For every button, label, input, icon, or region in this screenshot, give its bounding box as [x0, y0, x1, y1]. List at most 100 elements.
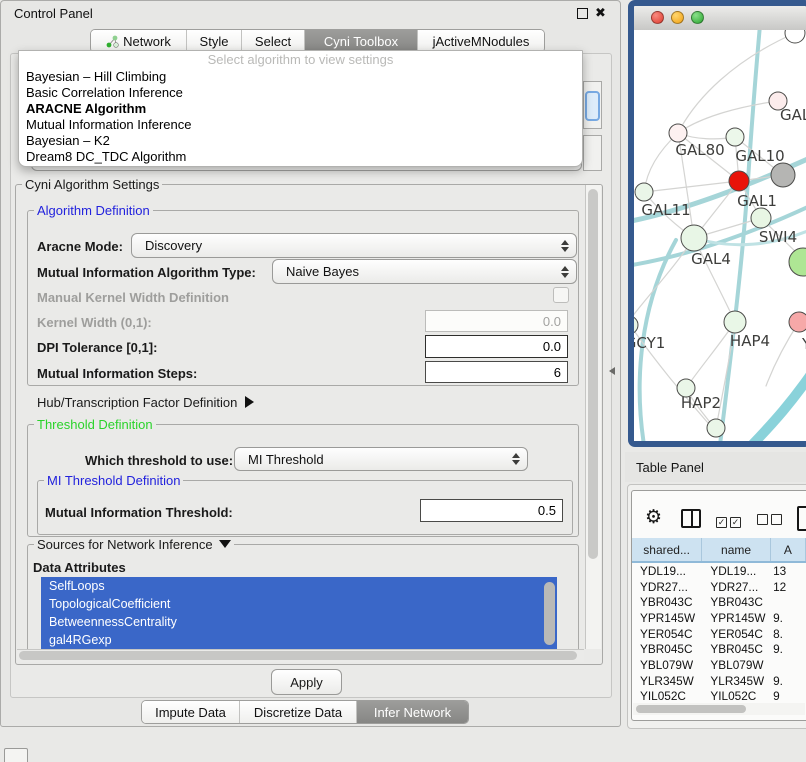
minimize-traffic-light-icon[interactable] — [671, 11, 684, 24]
tab-label: Impute Data — [155, 705, 226, 720]
tab-label: Select — [255, 34, 291, 49]
tab-label: Network — [123, 34, 171, 49]
tab-jactivemnodules[interactable]: jActiveMNodules — [418, 30, 544, 52]
node-label-gal10: GAL10 — [735, 147, 784, 165]
dpi-tolerance-field[interactable] — [425, 335, 568, 358]
splitter-grip[interactable] — [609, 367, 615, 375]
attribute-item-selfloops[interactable]: SelfLoops — [41, 577, 557, 595]
deselect-all-columns-icon[interactable] — [757, 513, 785, 528]
network-edge[interactable] — [644, 133, 678, 192]
network-node[interactable] — [635, 183, 653, 201]
network-node[interactable] — [707, 419, 725, 437]
table-row[interactable]: YLR345WYLR345W9. — [632, 673, 806, 689]
manual-kernel-width-label: Manual Kernel Width Definition — [37, 290, 229, 305]
network-edge[interactable] — [634, 238, 694, 322]
network-node[interactable] — [789, 312, 806, 332]
algorithm-dropdown-list: Bayesian – Hill ClimbingBasic Correlatio… — [19, 69, 582, 165]
table-row[interactable]: YBR045CYBR045C9. — [632, 641, 806, 657]
algorithm-option-bayesian-k2[interactable]: Bayesian – K2 — [19, 133, 582, 149]
algorithm-option-bayesian-hill-climbing[interactable]: Bayesian – Hill Climbing — [19, 69, 582, 85]
manual-kernel-width-checkbox[interactable] — [553, 287, 569, 303]
table-cell: 12 — [771, 580, 806, 594]
network-node[interactable] — [785, 30, 805, 43]
apply-button[interactable]: Apply — [271, 669, 342, 695]
close-traffic-light-icon[interactable] — [651, 11, 664, 24]
attribute-item-gal4rgexp[interactable]: gal4RGexp — [41, 631, 557, 649]
table-cell: 9 — [771, 689, 806, 703]
attribute-item-betweennesscentrality[interactable]: BetweennessCentrality — [41, 613, 557, 631]
mi-steps-label: Mutual Information Steps: — [37, 366, 197, 381]
tab-network[interactable]: Network — [91, 30, 187, 52]
algorithm-option-aracne-algorithm[interactable]: ARACNE Algorithm — [19, 101, 582, 117]
column-header-name[interactable]: name — [702, 538, 771, 561]
table-row[interactable]: YPR145WYPR145W9. — [632, 610, 806, 626]
network-edge[interactable] — [752, 370, 806, 441]
attribute-item-topologicalcoefficient[interactable]: TopologicalCoefficient — [41, 595, 557, 613]
network-node[interactable] — [751, 208, 771, 228]
network-edge[interactable] — [678, 33, 795, 133]
network-edge[interactable] — [678, 101, 778, 133]
tab-impute-data[interactable]: Impute Data — [142, 701, 240, 723]
mi-algorithm-type-combo[interactable]: Naive Bayes — [272, 259, 577, 284]
which-threshold-combo[interactable]: MI Threshold — [234, 447, 528, 471]
tab-select[interactable]: Select — [242, 30, 305, 52]
table-row[interactable]: YDL19...YDL19...13 — [632, 563, 806, 579]
table-row[interactable]: YIL052CYIL052C9 — [632, 689, 806, 704]
network-window-titlebar[interactable] — [634, 6, 806, 31]
node-label-swi4: SWI4 — [759, 228, 797, 246]
mi-algorithm-type-label: Mutual Information Algorithm Type: — [37, 265, 256, 280]
table-panel-title: Table Panel — [636, 460, 704, 475]
hub-definition-expander[interactable]: Hub/Transcription Factor Definition — [37, 395, 254, 410]
tab-label: Cyni Toolbox — [324, 34, 398, 49]
tab-cyni-toolbox[interactable]: Cyni Toolbox — [305, 30, 418, 52]
apply-button-label: Apply — [290, 675, 323, 690]
network-node[interactable] — [789, 248, 806, 276]
control-panel-bottom-tabbar: Impute Data Discretize Data Infer Network — [141, 700, 469, 724]
network-node[interactable] — [634, 316, 638, 334]
kernel-width-field[interactable] — [425, 310, 568, 332]
network-edge[interactable] — [644, 181, 739, 192]
mi-threshold-definition-title: MI Threshold Definition — [44, 474, 183, 487]
close-icon[interactable]: ✖ — [595, 5, 606, 21]
network-edge[interactable] — [766, 322, 799, 386]
settings-horizontal-scrollbar[interactable] — [17, 649, 584, 662]
gear-icon[interactable]: ⚙ — [645, 506, 662, 529]
network-node[interactable] — [726, 128, 744, 146]
network-node[interactable] — [724, 311, 746, 333]
tab-infer-network[interactable]: Infer Network — [357, 701, 468, 723]
column-header-shared[interactable]: shared... — [632, 538, 702, 561]
split-panel-icon[interactable] — [681, 509, 701, 528]
column-header-a[interactable]: A — [771, 538, 806, 561]
mi-threshold-label: Mutual Information Threshold: — [45, 505, 233, 520]
network-canvas[interactable]: GALGAL80GAL10GAL1GAL11SWI4GAL4GCY1HAP4YH… — [634, 30, 806, 441]
tab-style[interactable]: Style — [187, 30, 242, 52]
sources-title[interactable]: Sources for Network Inference — [34, 538, 234, 551]
control-panel-title: Control Panel — [14, 6, 93, 21]
table-row[interactable]: YER054CYER054C8. — [632, 626, 806, 642]
select-all-columns-icon[interactable]: ✓✓ — [716, 513, 744, 528]
algorithm-option-basic-correlation-inference[interactable]: Basic Correlation Inference — [19, 85, 582, 101]
mi-steps-field[interactable] — [425, 361, 568, 383]
network-node[interactable] — [771, 163, 795, 187]
settings-vertical-scrollbar[interactable] — [585, 185, 601, 649]
table-horizontal-scrollbar[interactable] — [633, 703, 805, 715]
aracne-mode-combo[interactable]: Discovery — [131, 233, 577, 258]
float-window-icon[interactable] — [577, 8, 588, 19]
tab-label: Infer Network — [374, 705, 451, 720]
network-node[interactable] — [669, 124, 687, 142]
attributes-list-scrollbar[interactable] — [544, 582, 555, 645]
new-column-icon[interactable] — [797, 506, 806, 531]
algorithm-option-dream8-dc-tdc-algorithm[interactable]: Dream8 DC_TDC Algorithm — [19, 149, 582, 165]
table-row[interactable]: YBL079WYBL079W — [632, 657, 806, 673]
spinner-arrows-icon — [561, 240, 569, 252]
algorithm-option-mutual-information-inference[interactable]: Mutual Information Inference — [19, 117, 582, 133]
table-row[interactable]: YBR043CYBR043C — [632, 594, 806, 610]
mi-threshold-field[interactable] — [420, 499, 563, 522]
network-node[interactable] — [729, 171, 749, 191]
network-node[interactable] — [681, 225, 707, 251]
tab-discretize-data[interactable]: Discretize Data — [240, 701, 357, 723]
minimized-panel-button[interactable] — [4, 748, 28, 762]
table-row[interactable]: YDR27...YDR27...12 — [632, 579, 806, 595]
zoom-traffic-light-icon[interactable] — [691, 11, 704, 24]
table-cell: YBR045C — [702, 642, 771, 656]
